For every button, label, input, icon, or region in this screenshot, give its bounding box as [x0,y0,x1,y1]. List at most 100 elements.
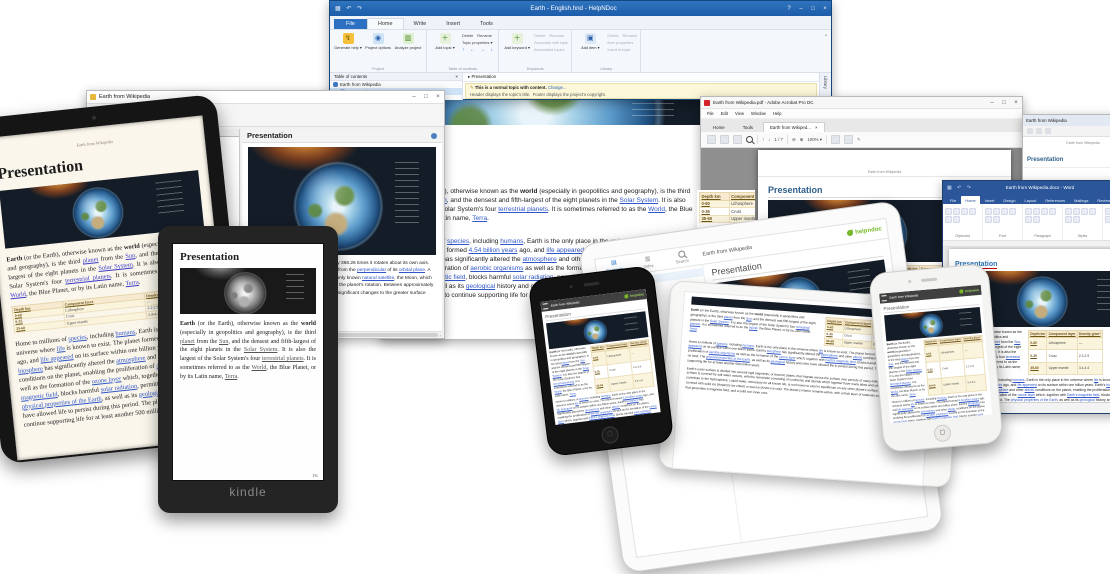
associate-with-topic-button[interactable]: Associate with topic [534,40,568,45]
print-icon[interactable] [720,135,729,144]
minimize-button[interactable]: – [795,6,807,12]
speaker-slot [921,278,937,282]
back-icon[interactable] [1027,128,1033,134]
home-button[interactable]: ▢ [601,425,620,444]
sign-pen-icon[interactable]: ✎ [857,137,861,143]
ribbon-tab[interactable]: Review [1093,196,1110,204]
page-up-icon[interactable]: ↑ [762,137,764,142]
rename-item-button[interactable]: Rename [623,33,638,38]
ribbon-tab[interactable]: Mailings [1070,196,1092,204]
close-button[interactable]: × [819,6,831,12]
page-down-icon[interactable]: ↓ [768,137,770,142]
zoom-level-dropdown[interactable]: 100% ▾ [807,137,822,143]
quick-access-toolbar[interactable]: ▦ ↶ ↷ [947,185,973,191]
analyze-project-button[interactable]: ▥Analyze project [393,32,423,66]
move-topic-arrows[interactable]: ↑ ← → ↓ [462,47,495,53]
menu-item[interactable]: Help [773,111,782,116]
maximize-button[interactable]: □ [998,100,1010,106]
menu-item[interactable]: File [707,111,714,116]
ribbon-tab[interactable]: File [946,196,960,204]
group-label: Project [333,66,423,72]
rename-topic-button[interactable]: Rename [477,33,492,38]
project-options-button[interactable]: ◉Project options [363,32,393,66]
menu-item[interactable]: Edit [721,111,728,116]
menu-icon[interactable] [881,295,887,301]
search-icon[interactable] [746,136,753,143]
browser-toolbar [1023,126,1110,137]
ribbon-group-library: ▣Add item ▾ Delete Rename Item properties… [572,30,641,72]
table-header: Depth km [1029,331,1047,338]
table-row: 0-60Lithosphere— [700,200,756,208]
table-header: Component layer [729,193,755,201]
black-phone: Earth from Wikipedia helpndoc Presentati… [528,265,675,457]
topic-breadcrumb[interactable]: ▸ Presentation [463,73,819,82]
depth-table: Depth kmComponent layerDensity g/cm³ 0-6… [590,339,655,394]
home-button[interactable]: ▢ [933,424,951,442]
delete-item-button[interactable]: Delete [607,33,618,38]
menu-item[interactable]: View [735,111,744,116]
quick-access-toolbar[interactable]: ▦ ↶ ↷ [335,5,364,12]
page-indicator[interactable]: 1 / 7 [774,137,783,142]
ribbon-tab[interactable]: Home [961,196,979,204]
ribbon-tab[interactable]: References [1041,196,1069,204]
insert-in-topic-button[interactable]: Insert in topic [607,47,630,52]
topic-icon [431,133,437,139]
table-header: Density g/cm³ [1077,331,1102,338]
ribbon-tab[interactable]: File [334,19,367,29]
tab-home[interactable]: Home [705,123,733,132]
maximize-button[interactable]: □ [807,6,819,12]
ribbon-tab[interactable]: Insert [436,19,470,29]
ribbon-tab[interactable]: Tools [470,19,503,29]
depth-table: Depth kmComponent layerDensity g/cm³ 0-6… [923,335,987,396]
menu-item[interactable]: Window [751,111,766,116]
tab-search[interactable]: Search [668,249,696,266]
topic-heading: Presentation [247,131,292,140]
topic-properties-button[interactable]: Topic properties ▾ [462,40,493,45]
help-button[interactable]: ? [783,6,795,12]
close-button[interactable]: × [432,94,444,100]
menu-icon[interactable] [543,303,549,310]
refresh-icon[interactable] [1045,128,1051,134]
ribbon-tab[interactable]: Home [367,18,404,29]
zoom-out-icon[interactable]: ⊖ [792,137,796,143]
comment-icon[interactable] [844,135,853,144]
ribbon-tab[interactable]: Design [999,196,1019,204]
ribbon-tab[interactable]: Write [404,19,437,29]
ribbon-tab[interactable]: Layout [1021,196,1041,204]
fit-width-icon[interactable] [831,135,840,144]
item-properties-button[interactable]: Item properties [607,40,633,45]
window-title: Earth - English.hnd - HelpNDoc [364,5,783,12]
camera-dot [569,285,572,288]
associated-topics-button[interactable]: Associated topics [534,47,564,52]
change-link[interactable]: Change... [548,85,567,90]
toc-root-item[interactable]: Earth from Wikipedia [330,81,462,88]
rename-keyword-button[interactable]: Rename [549,33,564,38]
minimize-button[interactable]: – [986,100,998,106]
ribbon-tab[interactable]: Insert [981,196,999,204]
help-file-icon [90,94,96,100]
close-panel-icon[interactable]: × [455,74,458,79]
add-keyword-button[interactable]: ＋Add keyword ▾ [502,32,532,66]
maximize-button[interactable]: □ [420,94,432,100]
page-header: Earth from Wikipedia [758,170,1011,177]
save-icon[interactable] [707,135,716,144]
minimize-button[interactable]: – [408,94,420,100]
helpndoc-window: ▦ ↶ ↷ Earth - English.hnd - HelpNDoc ? –… [329,0,832,100]
delete-keyword-button[interactable]: Delete [534,33,545,38]
delete-topic-button[interactable]: Delete [462,33,473,38]
close-tab-icon[interactable]: × [815,125,818,130]
forward-icon[interactable] [1036,128,1042,134]
acrobat-toolbar: ↑ ↓ 1 / 7 ⊖ ⊕ 100% ▾ ✎ [701,132,1022,148]
close-button[interactable]: × [1010,100,1022,106]
white-phone: Earth from Wikipedia helpndoc Presentati… [868,263,1003,453]
ribbon-collapse-icon[interactable]: ▴ [641,30,831,72]
helpndoc-logo: helpndoc [847,226,882,237]
add-topic-button[interactable]: ＋Add topic ▾ [430,32,460,66]
email-icon[interactable] [733,135,742,144]
document-tab[interactable]: Earth from Wikiped...× [763,122,825,132]
zoom-in-icon[interactable]: ⊕ [800,137,804,143]
tab-tools[interactable]: Tools [735,123,761,132]
add-item-button[interactable]: ▣Add item ▾ [575,32,605,66]
depth-table: Depth kmComponent layerDensity g/cm³ 0-6… [1028,330,1102,375]
generate-help-button[interactable]: ↯Generate help ▾ [333,32,363,66]
